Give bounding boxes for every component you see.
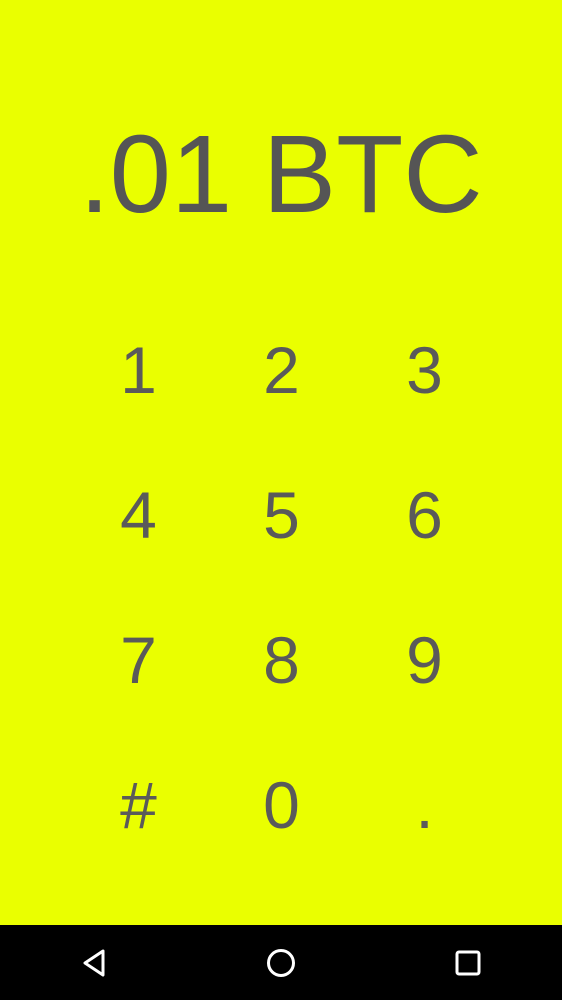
key-hash[interactable]: # bbox=[67, 732, 210, 877]
amount-display: .01 BTC bbox=[79, 113, 483, 236]
key-2[interactable]: 2 bbox=[210, 297, 353, 442]
square-recents-icon bbox=[455, 950, 481, 975]
keypad: 1 2 3 4 5 6 7 8 9 # 0 . bbox=[67, 297, 495, 877]
key-0[interactable]: 0 bbox=[210, 732, 353, 877]
key-1[interactable]: 1 bbox=[67, 297, 210, 442]
key-7[interactable]: 7 bbox=[67, 587, 210, 732]
key-9[interactable]: 9 bbox=[353, 587, 496, 732]
home-button[interactable] bbox=[241, 925, 321, 1000]
key-3[interactable]: 3 bbox=[353, 297, 496, 442]
triangle-back-icon bbox=[83, 949, 105, 976]
system-navigation-bar bbox=[0, 925, 562, 1000]
circle-home-icon bbox=[267, 948, 295, 977]
key-6[interactable]: 6 bbox=[353, 442, 496, 587]
back-button[interactable] bbox=[54, 925, 134, 1000]
key-decimal[interactable]: . bbox=[353, 732, 496, 877]
key-8[interactable]: 8 bbox=[210, 587, 353, 732]
recents-button[interactable] bbox=[428, 925, 508, 1000]
key-5[interactable]: 5 bbox=[210, 442, 353, 587]
key-4[interactable]: 4 bbox=[67, 442, 210, 587]
